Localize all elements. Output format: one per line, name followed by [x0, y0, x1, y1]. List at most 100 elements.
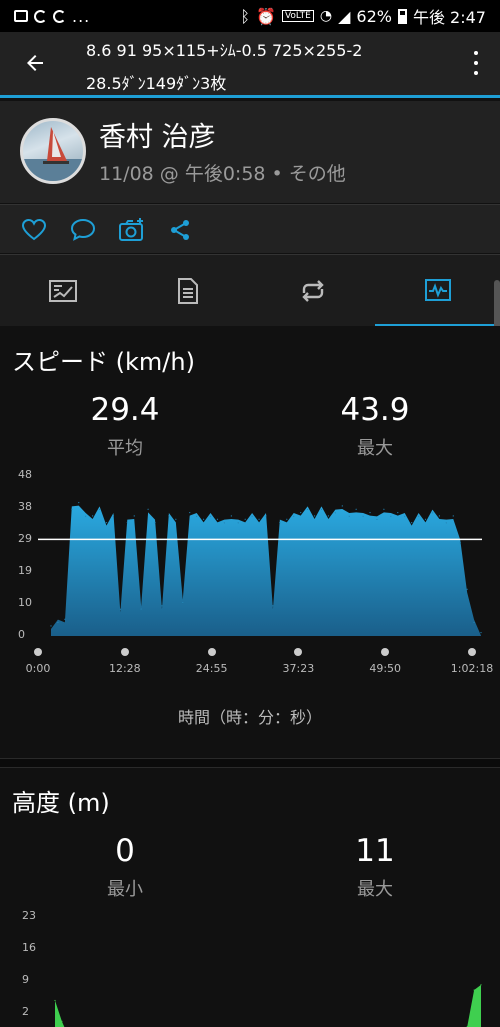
- section-divider: [0, 758, 500, 768]
- speed-section: スピード (km/h) 29.4 平均 43.9 最大 48 38 29 19 10 0 …: [0, 326, 500, 758]
- speed-data-point: [64, 618, 66, 620]
- speed-x-tick-dot: [34, 648, 42, 656]
- speed-data-point: [445, 522, 447, 524]
- profile-header: 香村 治彦 11/08 @ 午後0:58 • その他: [0, 101, 500, 203]
- altitude-chart: [54, 984, 482, 1027]
- speed-x-tick-dot: [120, 648, 129, 656]
- laps-icon: [301, 280, 324, 302]
- speed-x-tick: 0:00: [25, 662, 51, 675]
- speed-x-axis-title: 時間（時：分：秒）: [177, 708, 322, 727]
- speed-data-point: [466, 588, 468, 590]
- tab-details[interactable]: [125, 255, 250, 327]
- speed-x-tick: 49:50: [369, 662, 402, 675]
- activity-title-line2: 28.5ﾀﾞﾝ149ﾀﾞﾝ3枚: [86, 74, 227, 93]
- speed-data-point: [320, 508, 323, 510]
- sync-icon: [53, 9, 66, 23]
- speed-data-point: [362, 515, 364, 517]
- user-name: 香村 治彦: [99, 122, 216, 153]
- altitude-area: [55, 984, 481, 1027]
- back-arrow-icon[interactable]: [18, 46, 52, 80]
- speed-data-point: [140, 608, 142, 610]
- speed-data-point: [341, 505, 343, 507]
- speed-data-point: [168, 515, 170, 517]
- share-icon[interactable]: [165, 215, 195, 245]
- altitude-data-point: [54, 999, 56, 1002]
- tab-charts[interactable]: [375, 255, 500, 327]
- speed-data-point: [112, 515, 115, 517]
- comment-icon[interactable]: [68, 215, 98, 245]
- speed-data-point: [348, 515, 350, 517]
- speed-x-tick: 24:55: [195, 662, 228, 675]
- speed-data-point: [230, 515, 232, 517]
- speed-x-tick-dot: [468, 648, 476, 656]
- tab-laps[interactable]: [250, 255, 375, 327]
- activity-meta: 11/08 @ 午後0:58 • その他: [99, 163, 346, 185]
- speed-x-tick: 12:28: [108, 662, 141, 675]
- speed-data-point: [189, 512, 191, 514]
- speed-data-point: [300, 512, 302, 514]
- altitude-data-point: [61, 1020, 63, 1022]
- speed-x-tick-dot: [294, 648, 303, 656]
- speed-data-point: [182, 602, 184, 604]
- app-bar: 8.6 91 95×115+ｼﾑ-0.5 725×255-2 28.5ﾀﾞﾝ14…: [0, 32, 500, 98]
- sync-icon: [34, 9, 47, 23]
- speed-data-point: [438, 515, 440, 517]
- speed-data-point: [85, 515, 87, 517]
- speed-data-point: [196, 515, 198, 517]
- speed-data-point: [244, 518, 246, 520]
- clock: 午後 2:47: [412, 8, 486, 27]
- battery-icon: [397, 8, 407, 24]
- speed-data-point: [161, 605, 163, 607]
- speed-data-point: [452, 515, 454, 517]
- speed-data-point: [119, 608, 121, 610]
- speed-x-tick: 1:02:18: [450, 662, 494, 675]
- speed-data-point: [397, 512, 399, 514]
- action-bar: [0, 204, 500, 253]
- speed-data-point: [293, 515, 295, 517]
- gallery-icon: [14, 10, 28, 22]
- speed-data-point: [369, 512, 371, 514]
- speed-data-point: [57, 622, 59, 624]
- speed-data-point: [223, 522, 225, 524]
- activity-tabs: [0, 254, 500, 327]
- speed-data-point: [133, 515, 135, 517]
- like-icon[interactable]: [19, 215, 49, 245]
- speed-data-point: [154, 522, 156, 524]
- speed-data-point: [390, 515, 392, 517]
- speed-data-point: [355, 508, 357, 510]
- speed-data-point: [175, 518, 177, 520]
- speed-data-point: [383, 508, 385, 510]
- battery-percent: 62%: [356, 6, 392, 26]
- tab-summary[interactable]: [0, 255, 125, 327]
- speed-data-point: [92, 515, 94, 517]
- speed-data-point: [286, 518, 288, 520]
- details-icon: [177, 278, 198, 304]
- alarm-icon: ⏰: [256, 6, 276, 26]
- speed-data-point: [459, 542, 461, 544]
- speed-data-point: [78, 502, 80, 504]
- speed-data-point: [272, 605, 274, 607]
- speed-data-point: [376, 518, 378, 520]
- speed-data-point: [71, 508, 73, 510]
- altitude-data-point: [473, 989, 475, 991]
- speed-data-point: [327, 515, 330, 517]
- overflow-menu-icon[interactable]: [466, 48, 486, 78]
- speed-data-point: [279, 522, 281, 524]
- altitude-data-point: [480, 984, 482, 986]
- speed-data-point: [424, 518, 427, 520]
- speed-data-point: [105, 522, 108, 524]
- speed-data-point: [473, 622, 475, 624]
- activity-title-line1: 8.6 91 95×115+ｼﾑ-0.5 725×255-2: [86, 41, 363, 60]
- signal-icon: ◢: [338, 6, 351, 26]
- speed-data-point: [313, 515, 316, 517]
- avatar[interactable]: [20, 118, 86, 184]
- speed-chart: [38, 502, 482, 636]
- speed-data-point: [334, 512, 336, 514]
- add-photo-icon[interactable]: [117, 215, 147, 245]
- speed-data-point: [50, 625, 52, 627]
- summary-icon: [48, 280, 77, 302]
- speed-data-point: [251, 515, 253, 517]
- volte-icon: VoLTE: [281, 10, 314, 22]
- speed-data-point: [202, 518, 205, 520]
- altitude-section: 高度 (m) 0 最小 11 最大 23 16 9 2: [0, 769, 500, 1027]
